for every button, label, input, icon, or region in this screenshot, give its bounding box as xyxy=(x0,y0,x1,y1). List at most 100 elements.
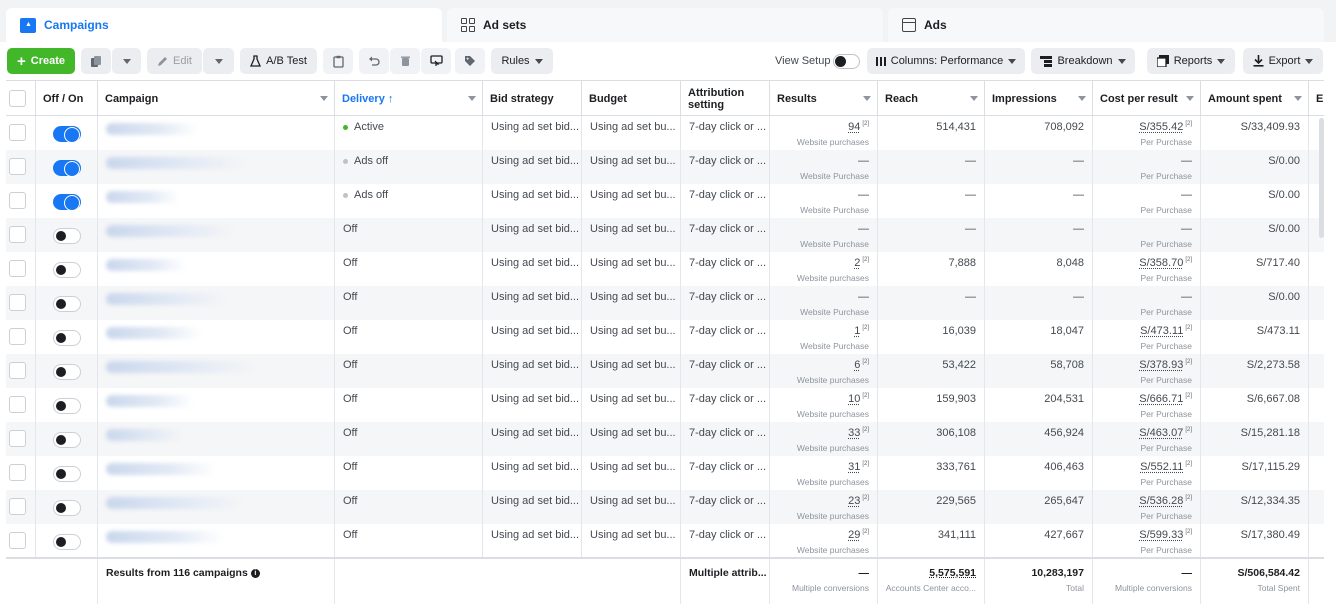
campaign-name-cell[interactable] xyxy=(98,252,335,286)
cost-per-result-value[interactable]: S/463.07 xyxy=(1139,427,1183,439)
col-reach[interactable]: Reach xyxy=(878,81,985,116)
attr-cell[interactable]: 7-day click or ... xyxy=(681,320,770,354)
row-checkbox[interactable] xyxy=(9,498,26,515)
campaign-toggle[interactable] xyxy=(53,534,81,550)
cost-per-result-value[interactable]: S/599.33 xyxy=(1139,529,1183,541)
view-setup-toggle[interactable] xyxy=(833,54,860,69)
results-value[interactable]: 6 xyxy=(854,359,860,371)
bid-cell[interactable]: Using ad set bid... xyxy=(483,218,582,252)
campaign-name-redacted[interactable] xyxy=(106,497,244,509)
col-results[interactable]: Results xyxy=(770,81,878,116)
cost-per-result-value[interactable]: S/552.11 xyxy=(1140,461,1183,473)
attr-cell[interactable]: 7-day click or ... xyxy=(681,490,770,524)
row-checkbox[interactable] xyxy=(9,260,26,277)
clipboard-button[interactable] xyxy=(323,48,353,74)
campaign-name-redacted[interactable] xyxy=(106,191,180,203)
attr-cell[interactable]: 7-day click or ... xyxy=(681,456,770,490)
row-checkbox[interactable] xyxy=(9,396,26,413)
col-bid-strategy[interactable]: Bid strategy xyxy=(483,81,582,116)
campaign-toggle[interactable] xyxy=(53,228,81,244)
table-row[interactable]: Off Using ad set bid... Using ad set bu...… xyxy=(6,320,1324,354)
col-amount-spent[interactable]: Amount spent xyxy=(1201,81,1309,116)
campaign-name-redacted[interactable] xyxy=(106,395,194,407)
results-value[interactable]: 23 xyxy=(848,495,860,507)
results-value[interactable]: 10 xyxy=(848,393,860,405)
col-cost-per-result[interactable]: Cost per result xyxy=(1093,81,1201,116)
campaign-toggle[interactable] xyxy=(53,262,81,278)
bid-cell[interactable]: Using ad set bid... xyxy=(483,252,582,286)
campaign-toggle[interactable] xyxy=(53,466,81,482)
col-budget[interactable]: Budget xyxy=(582,81,681,116)
results-value[interactable]: 94 xyxy=(848,121,860,133)
bid-cell[interactable]: Using ad set bid... xyxy=(483,320,582,354)
bid-cell[interactable]: Using ad set bid... xyxy=(483,116,582,150)
tab-ads[interactable]: Ads xyxy=(888,8,1324,42)
reports-button[interactable]: Reports xyxy=(1147,48,1235,74)
campaign-name-redacted[interactable] xyxy=(106,463,216,475)
campaign-toggle[interactable] xyxy=(53,126,81,143)
cost-per-result-value[interactable]: S/666.71 xyxy=(1139,393,1183,405)
campaign-name-redacted[interactable] xyxy=(106,157,246,169)
edit-dropdown-button[interactable] xyxy=(203,48,234,74)
attr-cell[interactable]: 7-day click or ... xyxy=(681,150,770,184)
row-checkbox[interactable] xyxy=(9,430,26,447)
campaign-name-redacted[interactable] xyxy=(106,327,202,339)
row-checkbox[interactable] xyxy=(9,464,26,481)
attr-cell[interactable]: 7-day click or ... xyxy=(681,184,770,218)
table-row[interactable]: Off Using ad set bid... Using ad set bu...… xyxy=(6,354,1324,388)
attr-cell[interactable]: 7-day click or ... xyxy=(681,524,770,558)
campaign-name-redacted[interactable] xyxy=(106,429,184,441)
campaign-name-redacted[interactable] xyxy=(106,531,224,543)
bid-cell[interactable]: Using ad set bid... xyxy=(483,388,582,422)
select-all-checkbox[interactable] xyxy=(9,90,26,107)
campaign-toggle[interactable] xyxy=(53,398,81,414)
campaign-name-cell[interactable] xyxy=(98,320,335,354)
row-checkbox[interactable] xyxy=(9,124,26,141)
row-checkbox[interactable] xyxy=(9,362,26,379)
bid-cell[interactable]: Using ad set bid... xyxy=(483,456,582,490)
cost-per-result-value[interactable]: S/355.42 xyxy=(1139,121,1183,133)
results-value[interactable]: 2 xyxy=(854,257,860,269)
cost-per-result-value[interactable]: S/473.11 xyxy=(1140,325,1183,337)
budget-cell[interactable]: Using ad set bu... xyxy=(582,218,681,252)
campaign-name-redacted[interactable] xyxy=(106,123,198,135)
budget-cell[interactable]: Using ad set bu... xyxy=(582,252,681,286)
edit-button[interactable]: Edit xyxy=(147,48,202,74)
duplicate-button[interactable] xyxy=(81,48,111,74)
table-row[interactable]: Off Using ad set bid... Using ad set bu...… xyxy=(6,490,1324,524)
row-checkbox[interactable] xyxy=(9,532,26,549)
attr-cell[interactable]: 7-day click or ... xyxy=(681,116,770,150)
results-value[interactable]: 31 xyxy=(848,461,860,473)
row-checkbox[interactable] xyxy=(9,158,26,175)
col-attribution[interactable]: Attribution setting xyxy=(681,81,770,116)
attr-cell[interactable]: 7-day click or ... xyxy=(681,286,770,320)
campaign-name-redacted[interactable] xyxy=(106,293,226,305)
budget-cell[interactable]: Using ad set bu... xyxy=(582,354,681,388)
columns-button[interactable]: Columns: Performance xyxy=(867,48,1025,74)
cost-per-result-value[interactable]: S/536.28 xyxy=(1139,495,1183,507)
delete-button[interactable] xyxy=(390,48,420,74)
campaign-name-redacted[interactable] xyxy=(106,225,236,237)
campaign-toggle[interactable] xyxy=(53,364,81,380)
campaign-toggle[interactable] xyxy=(53,194,81,211)
attr-cell[interactable]: 7-day click or ... xyxy=(681,422,770,456)
bid-cell[interactable]: Using ad set bid... xyxy=(483,150,582,184)
budget-cell[interactable]: Using ad set bu... xyxy=(582,286,681,320)
table-row[interactable]: Active Using ad set bid... Using ad set bu… xyxy=(6,116,1324,150)
attr-cell[interactable]: 7-day click or ... xyxy=(681,218,770,252)
tag-button[interactable] xyxy=(455,48,485,74)
table-row[interactable]: Ads off Using ad set bid... Using ad set b… xyxy=(6,150,1324,184)
campaign-name-cell[interactable] xyxy=(98,286,335,320)
create-button[interactable]: + Create xyxy=(7,48,75,74)
campaign-name-cell[interactable] xyxy=(98,116,335,150)
table-row[interactable]: Off Using ad set bid... Using ad set bu...… xyxy=(6,524,1324,558)
duplicate-dropdown-button[interactable] xyxy=(112,48,141,74)
tab-ad-sets[interactable]: Ad sets xyxy=(447,8,883,42)
vertical-scrollbar[interactable] xyxy=(1319,118,1324,238)
attr-cell[interactable]: 7-day click or ... xyxy=(681,354,770,388)
campaign-toggle[interactable] xyxy=(53,160,81,177)
table-row[interactable]: Off Using ad set bid... Using ad set bu...… xyxy=(6,252,1324,286)
bid-cell[interactable]: Using ad set bid... xyxy=(483,422,582,456)
campaign-toggle[interactable] xyxy=(53,330,81,346)
campaign-name-cell[interactable] xyxy=(98,456,335,490)
